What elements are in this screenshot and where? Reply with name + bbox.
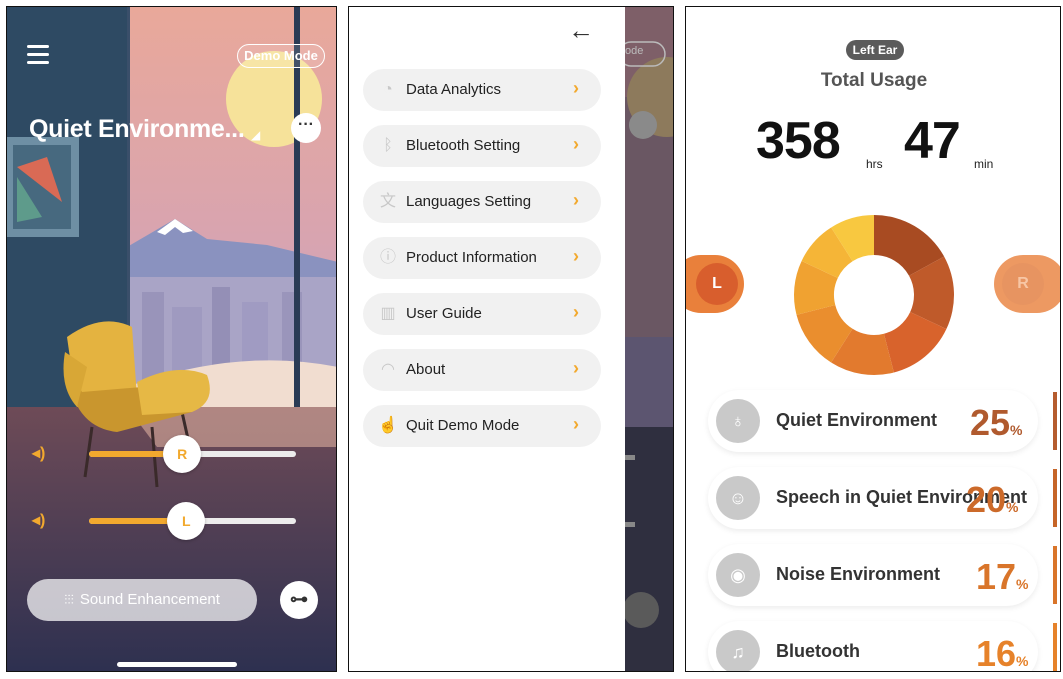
- ear-icon: ♁: [716, 399, 760, 443]
- left-ear-badge: Left Ear: [846, 40, 904, 60]
- list-indicator: [1053, 469, 1057, 527]
- demo-mode-badge: Demo Mode: [237, 44, 325, 68]
- usage-item-bluetooth[interactable]: ♫ Bluetooth 16%: [708, 621, 1038, 672]
- chevron-right-icon: ›: [573, 78, 579, 98]
- toggle-icon[interactable]: ⊶: [280, 581, 318, 619]
- back-arrow-icon[interactable]: ←: [568, 15, 594, 46]
- minutes-value: 47: [904, 112, 961, 170]
- equalizer-icon: ⫶⫶⫶: [64, 592, 74, 607]
- chevron-right-icon: ›: [573, 414, 579, 434]
- usage-item-speech-in-quiet[interactable]: ☺ Speech in Quiet Environment 20%: [708, 467, 1038, 529]
- menu-item-bluetooth-setting[interactable]: ᛒ Bluetooth Setting ›: [363, 125, 601, 167]
- home-screen: Demo Mode Quiet Environme... ◢ ··· ◂) R …: [6, 6, 337, 672]
- hamburger-icon[interactable]: [27, 45, 49, 65]
- list-indicator: [1053, 546, 1057, 604]
- menu-item-product-information[interactable]: ⓘ Product Information ›: [363, 237, 601, 279]
- hours-value: 358: [756, 112, 841, 170]
- menu-item-data-analytics[interactable]: ◔ Data Analytics ›: [363, 69, 601, 111]
- music-icon: ♫: [716, 630, 760, 671]
- sound-enhancement-button[interactable]: ⫶⫶⫶ Sound Enhancement: [27, 579, 257, 621]
- analytics-icon: ◔: [383, 81, 393, 98]
- noise-icon: ◉: [716, 553, 760, 597]
- list-indicator: [1053, 392, 1057, 450]
- sound-enhancement-label: Sound Enhancement: [79, 591, 220, 608]
- right-ear-button: R: [1002, 263, 1044, 305]
- peek-demo-badge: ode: [625, 45, 644, 57]
- menu-item-about[interactable]: ◠ About ›: [363, 349, 601, 391]
- bluetooth-icon: ᛒ: [383, 137, 393, 154]
- menu-item-quit-demo-mode[interactable]: ☝ Quit Demo Mode ›: [363, 405, 601, 447]
- chevron-right-icon: ›: [573, 302, 579, 322]
- chevron-right-icon: ›: [573, 246, 579, 266]
- list-indicator: [1053, 623, 1057, 671]
- usage-item-quiet-environment[interactable]: ♁ Quiet Environment 25%: [708, 390, 1038, 452]
- usage-donut-chart: [794, 215, 954, 375]
- usage-percent: 16%: [976, 633, 1029, 672]
- menu-item-user-guide[interactable]: ▥ User Guide ›: [363, 293, 601, 335]
- right-volume-knob[interactable]: R: [163, 435, 202, 473]
- menu-screen: ode ← ◔ Data Analytics › ᛒ Bluetooth Set…: [348, 6, 674, 672]
- usage-percent: 25%: [970, 402, 1023, 443]
- volume-icon: ◂): [32, 512, 46, 529]
- usage-item-noise-environment[interactable]: ◉ Noise Environment 17%: [708, 544, 1038, 606]
- hand-icon: ☝: [378, 417, 398, 434]
- minutes-unit: min: [974, 157, 994, 171]
- volume-icon: ◂): [32, 445, 46, 462]
- headset-icon: ◠: [381, 361, 395, 378]
- usage-screen: Left Ear Total Usage 358 hrs 47 min L R …: [685, 6, 1061, 672]
- usage-percent: 17%: [976, 556, 1029, 597]
- book-icon: ▥: [380, 305, 396, 322]
- left-ear-button: L: [696, 263, 738, 305]
- room-illustration: [7, 7, 336, 671]
- home-indicator: [117, 662, 237, 667]
- right-ear-tab[interactable]: R: [994, 255, 1060, 313]
- usage-percent: 20%: [966, 479, 1019, 520]
- left-ear-tab[interactable]: L: [686, 255, 744, 313]
- total-usage-title: Total Usage: [820, 70, 928, 91]
- chevron-right-icon: ›: [573, 134, 579, 154]
- info-icon: ⓘ: [379, 249, 396, 266]
- left-volume-slider[interactable]: L: [89, 502, 296, 540]
- chevron-right-icon: ›: [573, 190, 579, 210]
- language-icon: 文: [379, 193, 396, 210]
- program-title[interactable]: Quiet Environme...: [29, 115, 245, 144]
- caret-down-icon[interactable]: ◢: [251, 128, 260, 142]
- menu-item-languages-setting[interactable]: 文 Languages Setting ›: [363, 181, 601, 223]
- right-volume-slider[interactable]: R: [89, 435, 296, 473]
- more-icon[interactable]: ···: [291, 113, 321, 143]
- dimmed-background: [625, 7, 673, 671]
- speech-icon: ☺: [716, 476, 760, 520]
- chevron-right-icon: ›: [573, 358, 579, 378]
- hours-unit: hrs: [866, 157, 883, 171]
